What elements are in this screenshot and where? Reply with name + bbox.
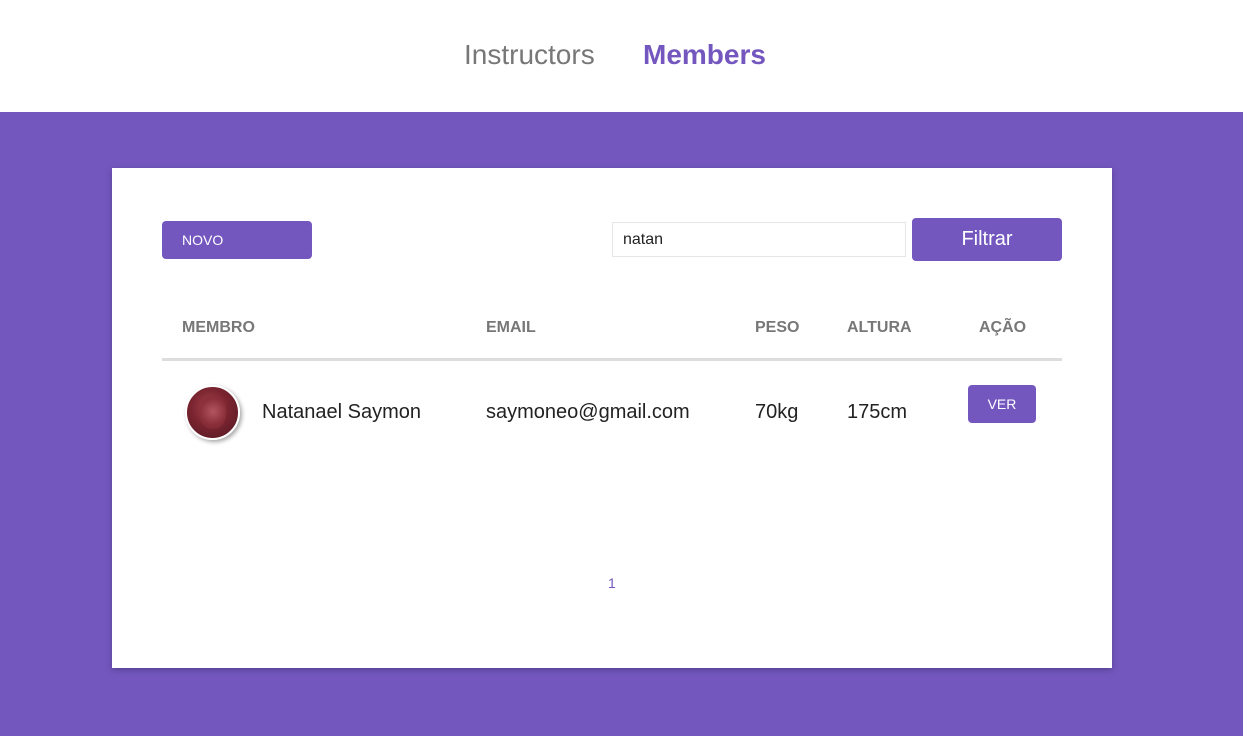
members-card: NOVO Filtrar MEMBRO EMAIL PESO ALTURA AÇ… — [112, 168, 1112, 668]
member-weight: 70kg — [755, 401, 799, 423]
view-member-button[interactable]: VER — [968, 385, 1036, 423]
avatar — [185, 385, 240, 440]
column-header-email: EMAIL — [486, 319, 536, 336]
top-nav: Instructors Members — [0, 0, 1243, 112]
member-name: Natanael Saymon — [262, 401, 421, 423]
member-height: 175cm — [847, 401, 908, 423]
column-header-weight: PESO — [755, 319, 800, 336]
member-email: saymoneo@gmail.com — [486, 401, 690, 423]
new-member-button[interactable]: NOVO — [162, 221, 312, 259]
avatar-photo-icon — [200, 397, 226, 429]
filter-button[interactable]: Filtrar — [912, 218, 1062, 261]
column-header-height: ALTURA — [847, 319, 912, 336]
pagination-page-1[interactable]: 1 — [608, 575, 616, 591]
nav-instructors-link[interactable]: Instructors — [464, 38, 595, 72]
table-header-divider — [162, 358, 1062, 361]
column-header-action: AÇÃO — [979, 319, 1027, 336]
column-header-member: MEMBRO — [182, 319, 255, 336]
search-input[interactable] — [612, 222, 906, 257]
nav-members-link[interactable]: Members — [643, 38, 766, 72]
